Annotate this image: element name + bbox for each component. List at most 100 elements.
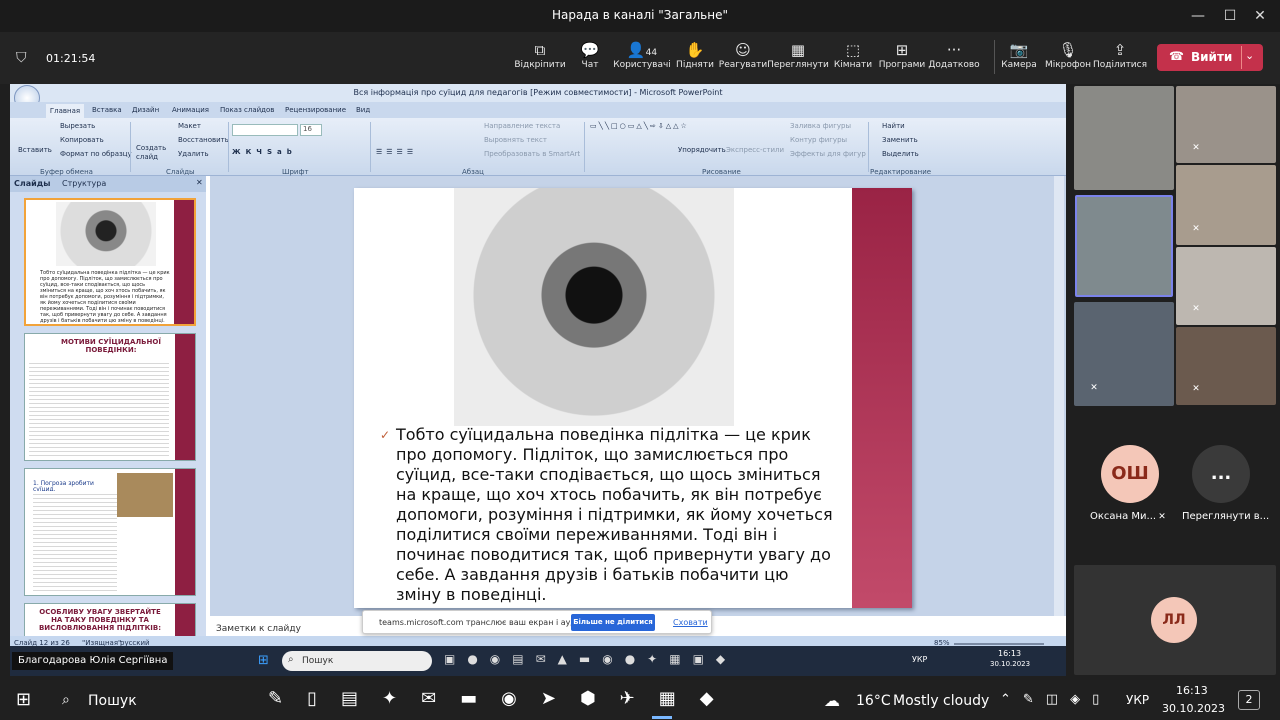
slide-thumb-13[interactable]: МОТИВИ СУЇЦИДАЛЬНОЇ ПОВЕДІНКИ: xyxy=(24,333,196,461)
mic-off-icon: ✕ xyxy=(1192,224,1200,234)
close-icon[interactable]: ✕ xyxy=(1250,6,1270,26)
participant-video-1[interactable] xyxy=(1074,86,1174,190)
tab-design[interactable]: Дизайн xyxy=(132,106,159,114)
view-more-label[interactable]: Переглянути в... xyxy=(1182,511,1269,522)
weather-icon: ☁ xyxy=(824,691,840,710)
zoom-slider[interactable] xyxy=(954,643,1044,645)
inner-taskbar: Благодарова Юлія Сергіївна ⊞ Пошук ⌕ ▣●◉… xyxy=(10,646,1066,676)
align-buttons[interactable]: ☰☰☰☰ xyxy=(376,148,417,156)
checkmark-bullet-icon: ✓ xyxy=(380,428,391,442)
notification-badge[interactable]: 2 xyxy=(1238,690,1260,710)
shield-icon: ⛉ xyxy=(16,50,27,66)
tray-time: 16:13 xyxy=(1176,684,1208,697)
window-title: Нарада в каналі "Загальне" xyxy=(551,8,729,22)
align-text-button[interactable]: Выровнять текст xyxy=(484,136,547,144)
active-app-indicator xyxy=(652,716,672,719)
tab-review[interactable]: Рецензирование xyxy=(285,106,346,114)
taskbar-search[interactable]: Пошук xyxy=(88,693,137,709)
text-direction-button[interactable]: Направление текста xyxy=(484,122,560,130)
slide-thumb-12[interactable]: 12 Тобто суїцидальна поведінка підлітка … xyxy=(24,198,196,326)
paste-button[interactable]: Вставить xyxy=(18,146,52,154)
group-clipboard: Буфер обмена xyxy=(40,168,93,176)
participant-video-4[interactable]: ✕ xyxy=(1176,247,1276,325)
tray-lang[interactable]: УКР xyxy=(1126,693,1149,707)
search-icon: ⌕ xyxy=(288,654,294,665)
tray-icons[interactable]: ⌃✎◫◈▯ xyxy=(1000,692,1111,707)
shape-effects-button[interactable]: Эффекты для фигур xyxy=(790,150,866,158)
slide-thumb-14[interactable]: 1. Погроза зробити суїцид. xyxy=(24,468,196,596)
minimize-icon[interactable]: — xyxy=(1188,6,1208,26)
shape-outline-button[interactable]: Контур фигуры xyxy=(790,136,847,144)
tray-date: 30.10.2023 xyxy=(1162,702,1225,715)
tab-view[interactable]: Вид xyxy=(356,106,370,114)
smartart-button[interactable]: Преобразовать в SmartArt xyxy=(484,150,580,158)
weather-temp: 16°C xyxy=(856,693,891,709)
stop-sharing-button[interactable]: Більше не ділитися xyxy=(571,614,655,631)
shapes-gallery[interactable]: ▭╲╲□○▭△╲⇨⇩△△☆ xyxy=(590,122,689,130)
find-button[interactable]: Найти xyxy=(882,122,905,130)
tab-home[interactable]: Главная xyxy=(46,104,84,118)
tab-animation[interactable]: Анимация xyxy=(172,106,209,114)
tab-outline[interactable]: Структура xyxy=(62,179,106,188)
format-painter-button[interactable]: Формат по образцу xyxy=(60,150,132,158)
inner-taskbar-apps[interactable]: ▣●◉▤✉▲▬◉●✦▦▣◆ xyxy=(444,652,737,666)
group-editing: Редактирование xyxy=(870,168,932,176)
taskbar-apps[interactable]: ✎▯▤✦✉▬◉➤⬢✈▦◆ xyxy=(268,688,738,709)
more-button[interactable]: ··· Додатково xyxy=(919,40,989,70)
maximize-icon[interactable]: ☐ xyxy=(1220,6,1240,26)
select-button[interactable]: Выделить xyxy=(882,150,919,158)
participant-avatar-os[interactable]: ОШ xyxy=(1101,445,1159,503)
weather-desc: Mostly cloudy xyxy=(893,693,990,709)
font-format-buttons[interactable]: ЖКЧSab xyxy=(232,148,297,156)
font-name-select[interactable] xyxy=(232,124,298,136)
current-slide: ✓ Тобто суїцидальна поведінка підлітка —… xyxy=(354,188,912,608)
create-slide-button[interactable]: Создать слайд xyxy=(136,144,166,162)
slide-thumb-15[interactable]: ОСОБЛИВУ УВАГУ ЗВЕРТАЙТЕ НА ТАКУ ПОВЕДІН… xyxy=(24,603,196,637)
slide-accent-bar xyxy=(852,188,912,608)
shape-fill-button[interactable]: Заливка фигуры xyxy=(790,122,851,130)
reset-button[interactable]: Восстановить xyxy=(178,136,229,144)
thumb-image xyxy=(117,473,173,517)
leave-button[interactable]: ☎ Вийти ⌄ xyxy=(1157,44,1263,71)
tab-slideshow[interactable]: Показ слайдов xyxy=(220,106,274,114)
group-font: Шрифт xyxy=(282,168,309,176)
delete-button[interactable]: Удалить xyxy=(178,150,209,158)
participant-video-3[interactable]: ✕ xyxy=(1176,165,1276,245)
inner-search-box[interactable]: Пошук xyxy=(282,651,432,671)
view-more-avatar[interactable]: ... xyxy=(1192,445,1250,503)
font-size-select[interactable]: 16 xyxy=(300,124,322,136)
share-icon: ⇪ xyxy=(1113,41,1127,59)
tab-slides[interactable]: Слайды xyxy=(14,179,50,188)
chevron-down-icon[interactable]: ⌄ xyxy=(1245,49,1254,62)
self-avatar: ЛЛ xyxy=(1151,597,1197,643)
mic-off-icon: ✕ xyxy=(1090,383,1098,393)
mic-off-icon: ✕ xyxy=(1192,304,1200,314)
group-paragraph: Абзац xyxy=(462,168,484,176)
hide-banner-link[interactable]: Сховати xyxy=(673,618,708,627)
ellipsis-icon: ··· xyxy=(946,41,962,59)
participant-video-5[interactable]: ✕ xyxy=(1074,302,1174,406)
windows-icon[interactable]: ⊞ xyxy=(258,653,269,668)
layout-button[interactable]: Макет xyxy=(178,122,201,130)
arrange-button[interactable]: Упорядочить xyxy=(678,146,726,154)
pane-tabs: Слайды Структура ✕ xyxy=(10,176,206,192)
replace-button[interactable]: Заменить xyxy=(882,136,918,144)
cut-button[interactable]: Вырезать xyxy=(60,122,95,130)
participant-video-active[interactable] xyxy=(1075,195,1173,297)
phone-icon: ☎ xyxy=(1169,49,1184,63)
tab-insert[interactable]: Вставка xyxy=(92,106,122,114)
vertical-scrollbar[interactable] xyxy=(1054,176,1064,616)
copy-button[interactable]: Копировать xyxy=(60,136,104,144)
windows-start-icon[interactable]: ⊞ xyxy=(16,689,31,710)
ribbon-tabs: Главная Вставка Дизайн Анимация Показ сл… xyxy=(10,102,1066,118)
quick-styles-button[interactable]: Экспресс-стили xyxy=(726,146,784,154)
eye-image xyxy=(454,188,734,426)
slide-body-text[interactable]: Тобто суїцидальна поведінка підлітка — ц… xyxy=(396,425,836,605)
close-pane-icon[interactable]: ✕ xyxy=(196,178,203,187)
participant-video-6[interactable]: ✕ xyxy=(1176,327,1276,405)
share-button[interactable]: ⇪ Поділитися xyxy=(1085,40,1155,70)
sharing-banner: teams.microsoft.com транслює ваш екран і… xyxy=(362,610,712,634)
participant-video-2[interactable]: ✕ xyxy=(1176,86,1276,163)
eye-thumb-image xyxy=(56,202,156,266)
presenter-name: Благодарова Юлія Сергіївна xyxy=(12,652,174,670)
